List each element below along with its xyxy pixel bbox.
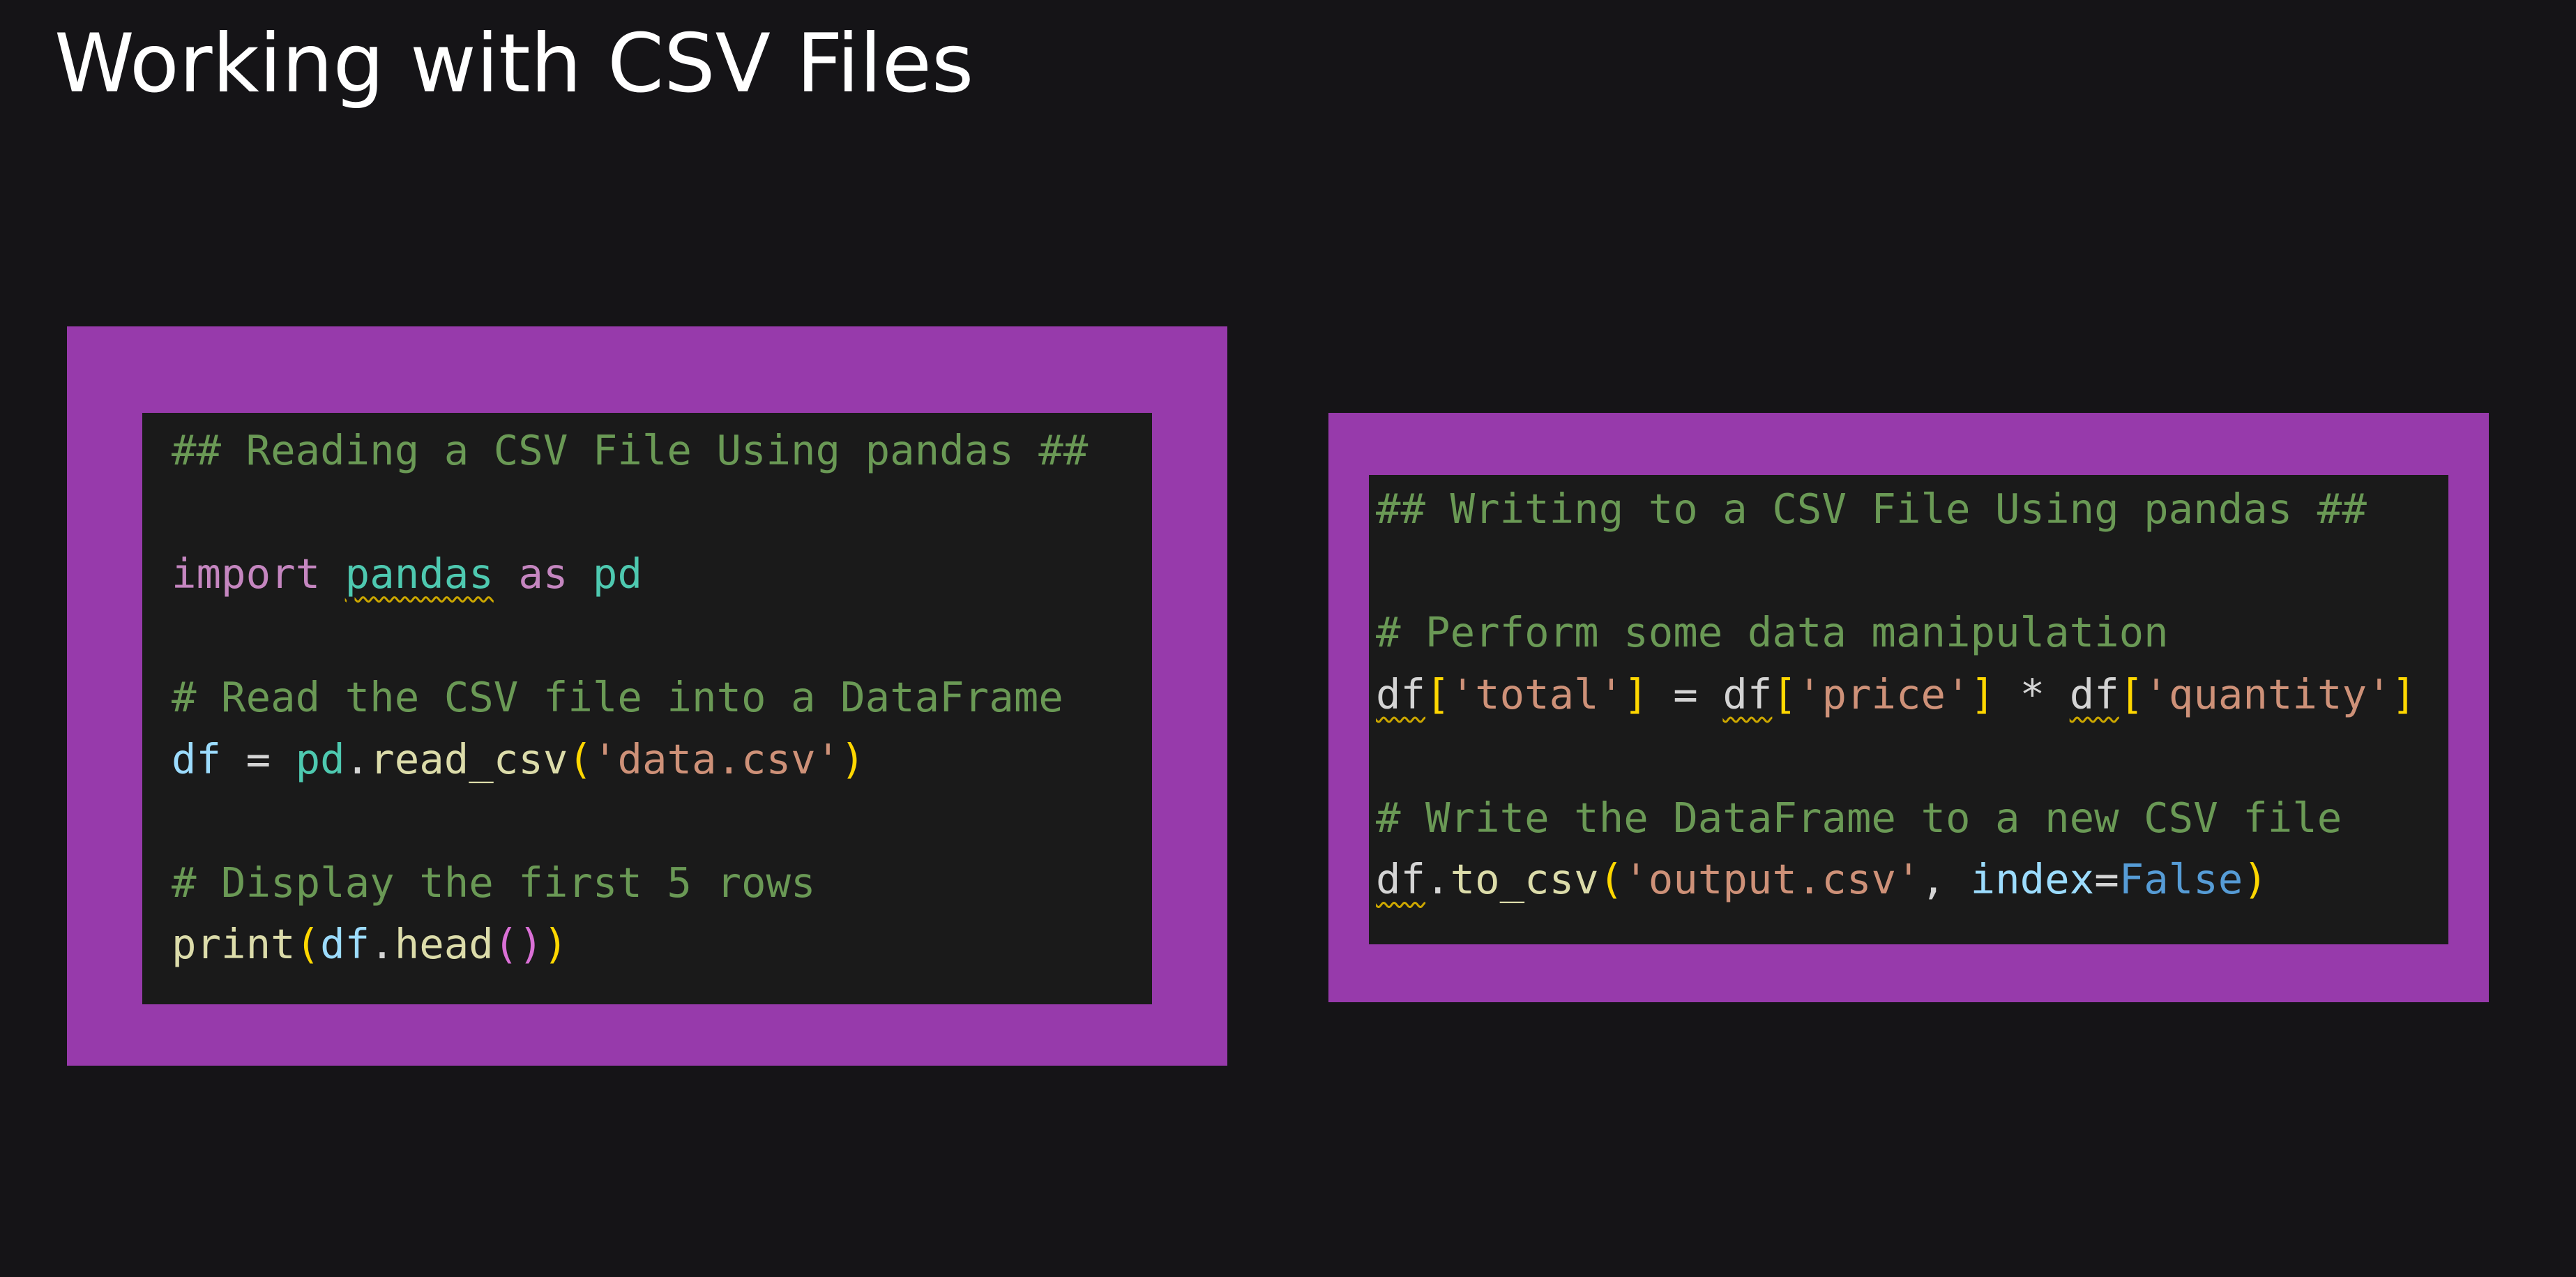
comment: # Perform some data manipulation [1376,608,2169,656]
open-paren: ( [493,920,519,968]
code-line-import: import pandas as pd [172,543,1088,605]
string-literal: 'total' [1450,670,1624,718]
open-paren: ( [568,734,593,783]
code-line-print: print(df.head()) [172,914,1088,976]
module-alias: pd [295,734,345,783]
module-alias: pd [592,550,642,598]
keyword-as: as [518,550,568,598]
close-paren: ) [543,920,568,968]
variable: df [2069,670,2119,718]
code-line-total-assign: df['total'] = df['price'] * df['quantity… [1376,664,2416,726]
code-line-write-comment: # Write the DataFrame to a new CSV file [1376,787,2416,849]
keyword-import: import [172,550,321,598]
comment: # Display the first 5 rows [172,858,816,907]
code-line-read-csv: df = pd.read_csv('data.csv') [172,729,1088,791]
variable: df [172,734,222,783]
writing-code-block: ## Writing to a CSV File Using pandas ##… [1369,475,2448,944]
writing-code-frame: ## Writing to a CSV File Using pandas ##… [1328,413,2489,1002]
string-literal: 'data.csv' [592,734,841,783]
comma: , [1920,855,1946,903]
dot: . [370,920,395,968]
operator: = [2094,855,2119,903]
close-paren: ) [840,734,865,783]
variable: df [1722,670,1773,718]
string-literal: 'quantity' [2144,670,2392,718]
close-bracket: ] [2391,670,2417,718]
function-name: read_csv [370,734,568,783]
string-literal: 'price' [1796,670,1971,718]
string-literal: 'output.csv' [1623,855,1921,903]
comment: ## Writing to a CSV File Using pandas ## [1376,485,2367,533]
open-bracket: [ [2119,670,2144,718]
method-name: to_csv [1450,855,1599,903]
open-paren: ( [295,920,321,968]
close-paren: ) [2243,855,2268,903]
code-line-to-csv: df.to_csv('output.csv', index=False) [1376,849,2416,911]
writing-code-text: ## Writing to a CSV File Using pandas ##… [1376,478,2416,911]
open-bracket: [ [1772,670,1797,718]
reading-code-text: ## Reading a CSV File Using pandas ## imp… [172,420,1088,976]
operator: * [2020,670,2045,718]
variable: df [320,920,370,968]
dot: . [344,734,370,783]
reading-code-block: ## Reading a CSV File Using pandas ## imp… [142,413,1152,1004]
method-name: head [394,920,494,968]
comment: ## Reading a CSV File Using pandas ## [172,426,1089,474]
open-paren: ( [1598,855,1624,903]
comment: # Read the CSV file into a DataFrame [172,673,1063,721]
variable: df [1376,670,1426,718]
dot: . [1425,855,1450,903]
slide-title: Working with CSV Files [54,17,974,111]
comment: # Write the DataFrame to a new CSV file [1376,793,2342,842]
code-line-read-comment: # Read the CSV file into a DataFrame [172,667,1088,729]
close-paren: ) [518,920,543,968]
operator: = [1673,670,1698,718]
reading-code-frame: ## Reading a CSV File Using pandas ## imp… [67,326,1227,1066]
close-bracket: ] [1970,670,1996,718]
code-line-display-comment: # Display the first 5 rows [172,852,1088,914]
operator: = [245,734,271,783]
open-bracket: [ [1425,670,1450,718]
close-bracket: ] [1623,670,1649,718]
variable: df [1376,855,1426,903]
module-name: pandas [344,550,494,598]
code-line-header-comment: ## Writing to a CSV File Using pandas ## [1376,478,2416,541]
constant: False [2119,855,2243,903]
code-line-header-comment: ## Reading a CSV File Using pandas ## [172,420,1088,482]
parameter-name: index [1970,855,2095,903]
code-line-manipulation-comment: # Perform some data manipulation [1376,602,2416,664]
function-name: print [172,920,296,968]
